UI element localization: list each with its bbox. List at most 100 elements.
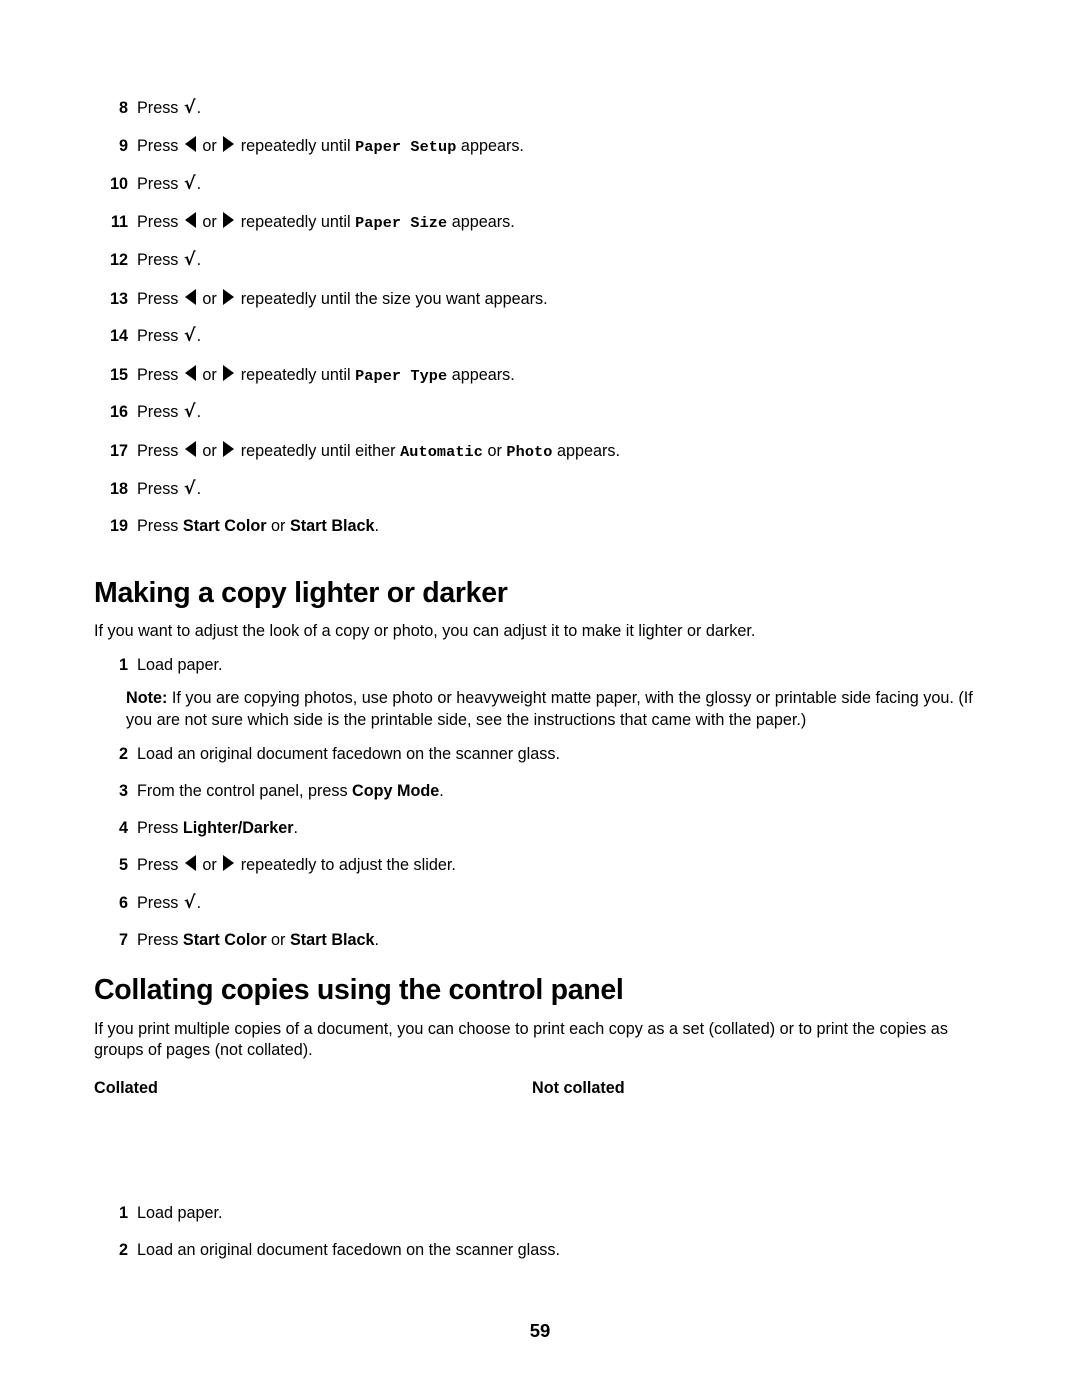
step-number: 17 — [109, 441, 128, 460]
step-text: Press or repeatedly to adjust the slider… — [137, 855, 456, 875]
checkmark-icon: √ — [183, 893, 196, 914]
arrow-left-icon — [184, 364, 196, 381]
step-text: Press or repeatedly until the size you w… — [137, 288, 548, 308]
step-number: 19 — [109, 516, 128, 535]
step-list-collating: 1 Load paper. 2 Load an original document f… — [94, 1204, 994, 1278]
display-text: Automatic — [400, 442, 483, 461]
step-text: Load paper. — [137, 656, 223, 674]
step-number: 9 — [118, 137, 128, 156]
step-number: 14 — [109, 327, 128, 346]
checkmark-icon: √ — [183, 174, 196, 195]
step-text: Press or repeatedly until either Automat… — [137, 440, 620, 461]
list-item: 15 Press or repeatedly until Paper Type a… — [94, 364, 994, 386]
list-item: 9 Press or repeatedly until Paper Setup a… — [94, 136, 994, 157]
step-number: 4 — [118, 818, 128, 837]
intro-paragraph-lighter-darker: If you want to adjust the look of a copy… — [94, 622, 756, 640]
arrow-left-icon — [184, 136, 196, 153]
list-item: 18 Press √. — [94, 479, 994, 500]
arrow-right-icon — [223, 364, 235, 381]
document-page: 8 Press √. 9 Press or repeatedly until Pape… — [0, 0, 1080, 1397]
intro-paragraph-collating: If you print multiple copies of a docume… — [94, 1020, 948, 1060]
page-title-collating-copies-using-the-control-panel: Collating copies using the control panel — [94, 974, 624, 1006]
step-number: 1 — [118, 656, 128, 674]
label-not-collated: Not collated — [532, 1079, 625, 1097]
display-text: Photo — [506, 442, 553, 461]
step-text: Load an original document facedown on th… — [137, 1240, 560, 1259]
list-item: 6 Press √. — [94, 893, 994, 914]
step-text: Press √. — [137, 893, 202, 914]
list-item: 5 Press or repeatedly to adjust the slide… — [94, 855, 994, 876]
list-item: 7 Press Start Color or Start Black. — [94, 931, 994, 951]
note-paragraph: Note: If you are copying photos, use pho… — [126, 688, 994, 731]
checkmark-icon: √ — [183, 250, 196, 271]
note-text: If you are copying photos, use photo or … — [126, 689, 973, 729]
list-item: 10 Press √. — [94, 174, 994, 195]
step-number: 2 — [118, 745, 128, 763]
display-text: Paper Type — [355, 366, 448, 385]
checkmark-icon: √ — [183, 98, 196, 118]
list-item: 13 Press or repeatedly until the size you… — [94, 288, 994, 310]
step-number: 5 — [118, 856, 128, 875]
button-name: Start Black — [289, 516, 375, 535]
display-text: Paper Setup — [355, 138, 457, 157]
note-block: Note: If you are copying photos, use pho… — [126, 688, 994, 731]
label-collated: Collated — [94, 1079, 158, 1097]
list-item: 1 Load paper. — [94, 656, 994, 676]
list-item: 4 Press Lighter/Darker. — [94, 819, 994, 839]
figure-column-labels: Collated Not collated — [94, 1079, 994, 1098]
step-number: 3 — [118, 781, 128, 800]
step-number: 18 — [109, 479, 128, 498]
figure-placeholder — [94, 1108, 994, 1212]
procedure-steps-continued: 8 Press √. 9 Press or repeatedly until Pape… — [94, 98, 994, 554]
arrow-left-icon — [184, 288, 196, 305]
arrow-right-icon — [223, 288, 235, 305]
list-item: 14 Press √. — [94, 326, 994, 347]
step-text: Press or repeatedly until Paper Setup ap… — [137, 136, 524, 157]
heading-collating-copies-container: Collating copies using the control panel — [94, 974, 994, 1006]
step-number: 12 — [109, 251, 128, 270]
list-item: 2 Load an original document facedown on t… — [94, 1241, 994, 1261]
button-name: Start Color — [182, 516, 267, 535]
step-text: Press √. — [137, 326, 202, 347]
list-item: 1 Load paper. — [94, 1204, 994, 1224]
step-number: 13 — [109, 289, 128, 308]
step-number: 7 — [118, 931, 128, 950]
step-number: 11 — [110, 213, 128, 232]
checkmark-icon: √ — [183, 478, 196, 499]
note-label: Note: — [126, 689, 168, 707]
list-item: 17 Press or repeatedly until either Autom… — [94, 440, 994, 462]
arrow-right-icon — [223, 212, 235, 229]
arrow-left-icon — [184, 212, 196, 229]
page-title-making-a-copy-lighter-or-darker: Making a copy lighter or darker — [94, 577, 508, 609]
list-item: 11 Press or repeatedly until Paper Size a… — [94, 212, 994, 233]
button-name: Copy Mode — [352, 781, 440, 800]
step-number: 2 — [118, 1240, 128, 1259]
page-number: 59 — [529, 1320, 551, 1341]
list-item: 19 Press Start Color or Start Black. — [94, 517, 994, 537]
step-text: Press √. — [137, 250, 202, 271]
step-text: Load paper. — [137, 1204, 223, 1222]
arrow-left-icon — [184, 855, 196, 872]
step-number: 10 — [109, 175, 128, 194]
button-name: Lighter/Darker — [182, 818, 294, 837]
step-text: From the control panel, press Copy Mode. — [137, 781, 444, 800]
step-number: 1 — [118, 1204, 128, 1222]
step-number: 8 — [118, 99, 128, 117]
step-text: Press Start Color or Start Black. — [137, 516, 380, 535]
arrow-right-icon — [223, 440, 235, 457]
step-list-top: 8 Press √. 9 Press or repeatedly until Pape… — [94, 98, 994, 537]
list-item: 12 Press √. — [94, 250, 994, 271]
button-name: Start Color — [182, 931, 267, 950]
arrow-left-icon — [184, 440, 196, 457]
step-text: Press √. — [137, 174, 202, 195]
display-text: Paper Size — [355, 214, 448, 233]
step-text: Press or repeatedly until Paper Type app… — [137, 364, 515, 385]
figure-illustration-area — [94, 1108, 994, 1212]
list-item: 16 Press √. — [94, 402, 994, 423]
arrow-right-icon — [223, 855, 235, 872]
checkmark-icon: √ — [183, 402, 196, 423]
arrow-right-icon — [223, 136, 235, 153]
step-text: Press Start Color or Start Black. — [137, 931, 380, 950]
step-number: 6 — [118, 894, 128, 913]
step-list-lighter-rest: 2 Load an original document facedown on t… — [94, 745, 994, 968]
